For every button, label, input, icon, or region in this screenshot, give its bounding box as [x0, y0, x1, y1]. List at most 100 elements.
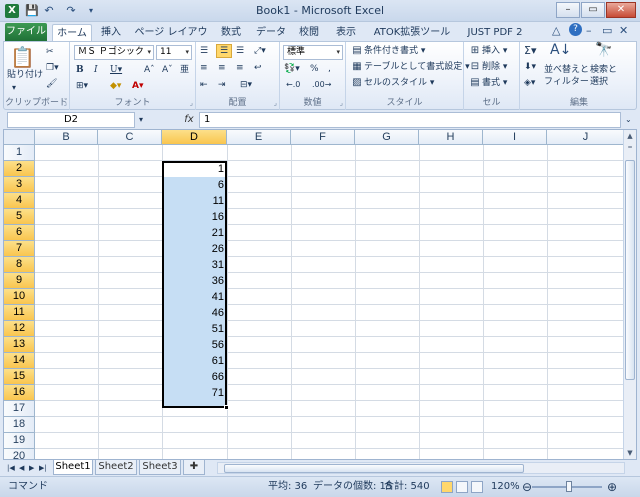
insert-function-icon[interactable]: fx: [179, 112, 199, 128]
align-center-icon[interactable]: ≡: [218, 62, 226, 74]
cell-d10[interactable]: 41: [162, 289, 227, 305]
column-header-h[interactable]: H: [419, 130, 483, 145]
find-select-icon[interactable]: 🔭: [595, 43, 612, 57]
align-left-icon[interactable]: ≡: [200, 62, 208, 74]
sheet-tab-sheet2[interactable]: Sheet2: [95, 460, 137, 475]
horizontal-scroll-thumb[interactable]: [224, 464, 524, 473]
fill-color-icon[interactable]: ◆▾: [110, 80, 121, 92]
column-header-d[interactable]: D: [162, 130, 227, 145]
percent-icon[interactable]: %: [310, 63, 319, 75]
align-top-icon[interactable]: ☰: [200, 45, 208, 57]
row-header[interactable]: 10: [4, 289, 35, 305]
font-grow-icon[interactable]: Aˆ: [144, 64, 155, 76]
number-launcher-icon[interactable]: ⌟: [340, 99, 343, 107]
sheet-tab-sheet3[interactable]: Sheet3: [139, 460, 181, 475]
row-header[interactable]: 15: [4, 369, 35, 385]
select-all-corner[interactable]: [4, 130, 35, 145]
alignment-launcher-icon[interactable]: ⌟: [274, 99, 277, 107]
decrease-decimal-icon[interactable]: .00→: [312, 79, 331, 91]
format-painter-icon[interactable]: 🖌: [46, 78, 57, 90]
cell-d13[interactable]: 56: [162, 337, 227, 353]
column-header-g[interactable]: G: [355, 130, 419, 145]
fill-handle[interactable]: [224, 405, 229, 410]
font-name-dropdown-icon[interactable]: ▾: [147, 46, 151, 59]
row-header[interactable]: 17: [4, 401, 35, 417]
cell-d14[interactable]: 61: [162, 353, 227, 369]
vertical-scrollbar[interactable]: ▲ ═ ▼: [623, 130, 636, 459]
fill-icon[interactable]: ⬇▾: [524, 61, 536, 73]
horizontal-scrollbar[interactable]: [217, 462, 625, 474]
cell-d5[interactable]: 16: [162, 209, 227, 225]
align-bottom-icon[interactable]: ☰: [236, 45, 244, 57]
cell-d4[interactable]: 11: [162, 193, 227, 209]
column-header-i[interactable]: I: [483, 130, 547, 145]
page-layout-view-icon[interactable]: [456, 481, 468, 493]
row-header[interactable]: 20: [4, 449, 35, 459]
tab-insert[interactable]: 挿入: [96, 24, 126, 41]
tab-formulas[interactable]: 数式: [216, 24, 246, 41]
row-header[interactable]: 1: [4, 145, 35, 161]
cell-styles-button[interactable]: ▨ セルのスタイル ▾: [350, 77, 434, 89]
insert-sheet-icon[interactable]: ✚: [183, 460, 205, 475]
sort-filter-label-2[interactable]: フィルター: [544, 76, 589, 88]
tab-data[interactable]: データ: [254, 24, 288, 41]
cell-d8[interactable]: 31: [162, 257, 227, 273]
minimize-ribbon-icon[interactable]: △: [552, 24, 560, 37]
last-sheet-icon[interactable]: ▶|: [39, 462, 47, 474]
close-button[interactable]: ✕: [606, 2, 636, 18]
name-box[interactable]: D2: [7, 112, 135, 128]
zoom-out-icon[interactable]: ⊖: [522, 477, 532, 497]
row-header[interactable]: 9: [4, 273, 35, 289]
scroll-up-arrow-icon[interactable]: ▲: [624, 130, 636, 142]
workbook-minimize-icon[interactable]: –: [586, 24, 592, 37]
zoom-slider-thumb[interactable]: [566, 481, 572, 492]
decrease-indent-icon[interactable]: ⇤: [200, 79, 208, 91]
conditional-formatting-button[interactable]: ▤ 条件付き書式 ▾: [350, 45, 425, 57]
insert-cells-button[interactable]: ⊞ 挿入 ▾: [468, 45, 508, 57]
border-icon[interactable]: ⊞▾: [76, 80, 88, 92]
cell-d3[interactable]: 6: [162, 177, 227, 193]
row-header[interactable]: 2: [4, 161, 35, 177]
cell-d6[interactable]: 21: [162, 225, 227, 241]
sheet-tab-sheet1[interactable]: Sheet1: [53, 460, 93, 475]
find-select-label-2[interactable]: 選択: [590, 76, 608, 88]
normal-view-icon[interactable]: [441, 481, 453, 493]
cell-d16[interactable]: 71: [162, 385, 227, 401]
number-format-combo[interactable]: 標準 ▾: [283, 45, 343, 60]
format-as-table-button[interactable]: ▦ テーブルとして書式設定 ▾: [350, 61, 469, 73]
scroll-down-arrow-icon[interactable]: ▼: [624, 447, 636, 459]
orientation-icon[interactable]: ⤢▾: [254, 45, 266, 57]
row-header[interactable]: 4: [4, 193, 35, 209]
paste-dropdown-icon[interactable]: ▾: [12, 82, 16, 94]
autosum-icon[interactable]: Σ▾: [524, 45, 536, 57]
name-box-dropdown-icon[interactable]: ▾: [139, 114, 143, 126]
expand-formula-icon[interactable]: ⌄: [625, 114, 632, 126]
tab-page-layout[interactable]: ページ レイアウト: [132, 24, 210, 55]
tab-review[interactable]: 校閲: [294, 24, 324, 41]
font-size-combo[interactable]: 11 ▾: [156, 45, 192, 60]
clear-icon[interactable]: ◈▾: [524, 77, 535, 89]
row-header[interactable]: 12: [4, 321, 35, 337]
row-header[interactable]: 6: [4, 225, 35, 241]
minimize-button[interactable]: –: [556, 2, 580, 18]
column-header-b[interactable]: B: [35, 130, 98, 145]
font-shrink-icon[interactable]: Aˇ: [162, 64, 173, 76]
next-sheet-icon[interactable]: ▶: [29, 462, 34, 474]
column-header-j[interactable]: J: [547, 130, 625, 145]
cell-d12[interactable]: 51: [162, 321, 227, 337]
column-header-e[interactable]: E: [227, 130, 291, 145]
paste-button[interactable]: 貼り付け: [7, 69, 43, 81]
accounting-format-icon[interactable]: 💱▾: [284, 63, 300, 75]
cell-d15[interactable]: 66: [162, 369, 227, 385]
column-header-f[interactable]: F: [291, 130, 355, 145]
prev-sheet-icon[interactable]: ◀: [19, 462, 24, 474]
page-break-view-icon[interactable]: [471, 481, 483, 493]
row-header[interactable]: 11: [4, 305, 35, 321]
font-name-combo[interactable]: ＭＳ Ｐゴシック ▾: [74, 45, 154, 60]
wrap-text-icon[interactable]: ↩: [254, 62, 262, 74]
tab-file[interactable]: ファイル: [5, 23, 47, 41]
merge-center-icon[interactable]: ⊟▾: [240, 79, 252, 91]
formula-input[interactable]: 1: [199, 112, 621, 128]
phonetic-icon[interactable]: 亜: [180, 64, 189, 76]
number-format-dropdown-icon[interactable]: ▾: [336, 46, 340, 59]
